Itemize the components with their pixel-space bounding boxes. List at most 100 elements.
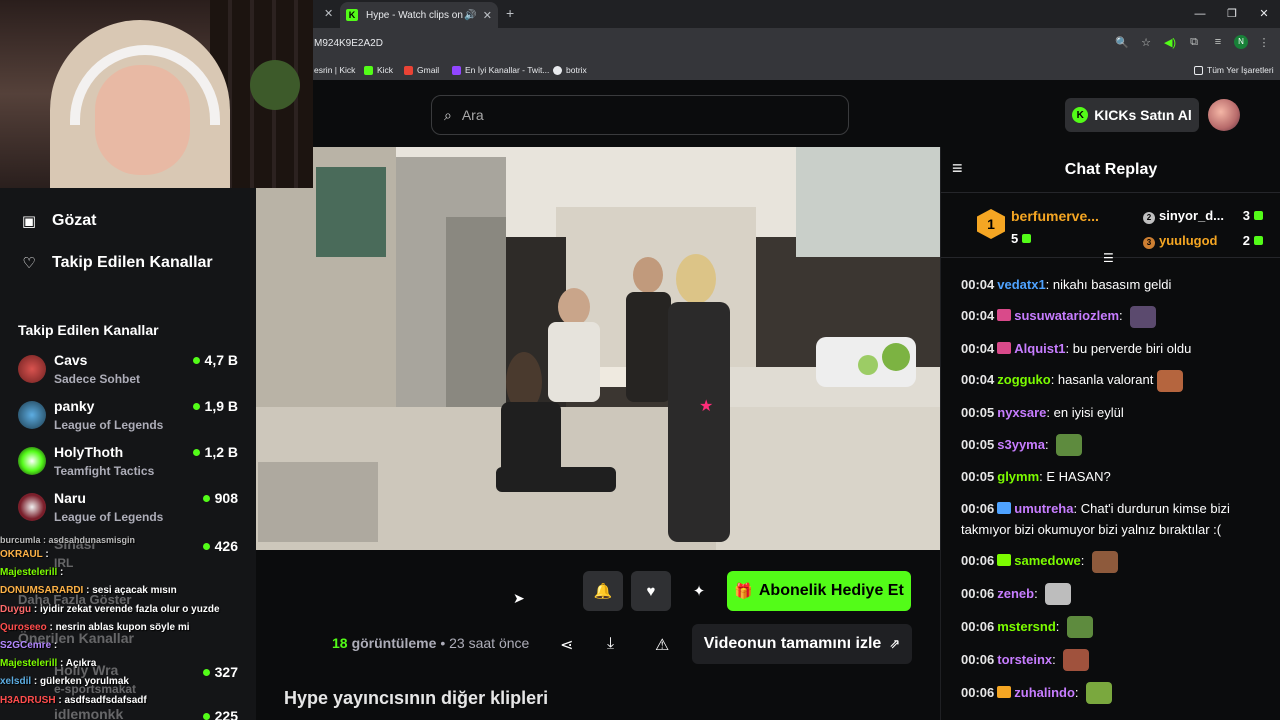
notify-bell-button[interactable]: 🔔 xyxy=(583,571,623,611)
overlay-chat-text: : sesi açacak mısın xyxy=(86,585,177,597)
nav-following[interactable]: ♡ Takip Edilen Kanallar xyxy=(18,254,212,272)
leader-name[interactable]: berfumerve... xyxy=(1011,208,1099,224)
like-button[interactable]: ♥ xyxy=(631,571,671,611)
new-tab-icon[interactable]: + xyxy=(506,5,514,21)
kick-favicon-icon: K xyxy=(346,9,358,21)
star-icon[interactable]: ☆ xyxy=(1138,36,1154,49)
overlay-chat-user: Majestelerill xyxy=(0,658,58,670)
channel-item-naru[interactable]: Naru League of Legends 908 xyxy=(18,490,240,530)
gift-subscription-button[interactable]: 🎁 Abonelik Hediye Et xyxy=(727,571,911,611)
url-text[interactable]: M924K9E2A2D xyxy=(314,38,383,49)
streamer-webcam xyxy=(0,0,313,188)
message-username[interactable]: vedatx1 xyxy=(997,277,1045,292)
message-username[interactable]: Alquist1 xyxy=(1014,341,1065,356)
overlay-chat-line: OKRAUL : xyxy=(0,546,256,564)
emote-icon xyxy=(1063,649,1090,672)
close-tab-icon[interactable]: ✕ xyxy=(324,7,333,20)
message-timestamp: 00:06 xyxy=(961,618,995,634)
message-username[interactable]: zuhalindo xyxy=(1014,685,1075,700)
message-username[interactable]: torsteinx xyxy=(997,652,1052,667)
leader-name[interactable]: 3 yuulugod xyxy=(1143,233,1218,249)
viewer-count-text: 4,7 B xyxy=(204,352,238,368)
emote-icon xyxy=(1086,682,1113,705)
extensions-icon[interactable]: ⧉ xyxy=(1186,36,1202,49)
message-text: en iyisi eylül xyxy=(1053,405,1124,421)
message-username[interactable]: susuwatariozlem xyxy=(1014,308,1119,323)
menu-kebab-icon[interactable]: ⋮ xyxy=(1256,36,1272,49)
viewer-count: 4,7 B xyxy=(192,352,238,368)
message-text: hasanla valorant xyxy=(1057,372,1154,388)
followed-channels-title: Takip Edilen Kanallar xyxy=(18,322,159,338)
search-bar[interactable]: ⌕ Ara xyxy=(431,95,849,135)
user-badge-icon xyxy=(997,501,1012,514)
message-separator: : xyxy=(1074,684,1083,700)
channel-item-holythoth[interactable]: HolyThoth Teamfight Tactics 1,2 B xyxy=(18,444,240,484)
message-separator: : xyxy=(1034,585,1042,601)
message-username[interactable]: zeneb xyxy=(997,586,1034,601)
message-username[interactable]: nyxsare xyxy=(997,405,1046,420)
report-icon[interactable]: ⚠ xyxy=(655,635,669,655)
kicks-coin-icon: K xyxy=(1072,107,1089,123)
leader-count: 2 xyxy=(1243,233,1263,248)
close-window-icon[interactable]: ✕ xyxy=(1248,0,1280,28)
chat-message: 00:06 umutreha: Chat'i durdurun kimse biz… xyxy=(961,498,1266,540)
chat-message: 00:05 nyxsare: en iyisi eylül xyxy=(961,402,1266,423)
bell-icon: 🔔 xyxy=(593,583,613,600)
chat-title: Chat Replay xyxy=(1064,161,1158,178)
bookmark-item[interactable]: Kick xyxy=(364,65,393,75)
media-icon[interactable]: ≡ xyxy=(1210,36,1226,48)
bookmark-item[interactable]: esrin | Kick xyxy=(314,65,355,75)
expand-leaderboard-icon[interactable]: ☰ xyxy=(1103,251,1114,265)
bookmark-label: Tüm Yer İşaretleri xyxy=(1207,65,1274,75)
speaker-icon[interactable]: 🔊 xyxy=(464,10,476,21)
browser-tab-active[interactable]: K Hype - Watch clips on Kick 🔊 ✕ xyxy=(340,2,498,28)
message-separator: : xyxy=(1065,341,1073,357)
bookmark-label: Gmail xyxy=(417,65,440,75)
all-bookmarks[interactable]: Tüm Yer İşaretleri xyxy=(1194,65,1274,75)
gift-leaderboard: 1 berfumerve... 5 2 sinyor_d... 3 3 yuulug… xyxy=(941,193,1280,265)
chat-message: 00:06 mstersnd: xyxy=(961,616,1266,639)
overlay-chat-text: : xyxy=(53,639,58,651)
message-timestamp: 00:06 xyxy=(961,651,995,667)
leader-count-value: 2 xyxy=(1242,233,1250,248)
profile-avatar[interactable]: N xyxy=(1234,35,1248,49)
leader-name[interactable]: 2 sinyor_d... xyxy=(1143,208,1224,224)
bookmark-item[interactable]: Gmail xyxy=(404,65,439,75)
channel-item-panky[interactable]: panky League of Legends 1,9 B xyxy=(18,398,240,438)
video-player[interactable]: ★ xyxy=(256,147,940,550)
message-separator: : xyxy=(1119,308,1127,324)
chat-message: 00:04 Alquist1: bu perverde biri oldu xyxy=(961,338,1266,359)
restore-icon[interactable]: ❐ xyxy=(1216,0,1248,28)
zoom-icon[interactable]: 🔍 xyxy=(1114,36,1130,49)
message-username[interactable]: samedowe xyxy=(1014,553,1080,568)
channel-name: Naru xyxy=(54,490,86,506)
message-username[interactable]: s3yyma xyxy=(997,437,1045,452)
download-icon[interactable]: ⤓ xyxy=(607,635,614,653)
speaker-icon[interactable]: ◀) xyxy=(1162,36,1178,49)
overlay-chat-user: xelsdil xyxy=(0,676,32,688)
bookmark-item[interactable]: botrix xyxy=(553,65,587,75)
more-clips-title: Hype yayıncısının diğer klipleri xyxy=(284,688,549,708)
message-username[interactable]: zogguko xyxy=(997,372,1050,387)
bookmark-item[interactable]: En İyi Kanallar - Twit... xyxy=(452,65,549,75)
overlay-chat-line: Majestelerill : xyxy=(0,564,256,582)
buy-kicks-button[interactable]: K KICKs Satın Al xyxy=(1065,98,1199,132)
watch-full-video-button[interactable]: Videonun tamamını izle ⇗ xyxy=(692,624,912,664)
close-tab-icon[interactable]: ✕ xyxy=(483,9,492,22)
chat-message: 00:06 zuhalindo: xyxy=(961,682,1266,705)
minimize-icon[interactable]: — xyxy=(1184,0,1216,28)
message-timestamp: 00:05 xyxy=(961,469,995,485)
sparkle-button[interactable]: ✦ xyxy=(679,571,719,611)
message-username[interactable]: glymm xyxy=(997,469,1039,484)
message-username[interactable]: umutreha xyxy=(1014,501,1073,516)
viewer-count-text: 908 xyxy=(214,490,238,506)
search-placeholder: Ara xyxy=(461,107,484,123)
message-username[interactable]: mstersnd xyxy=(997,619,1056,634)
user-avatar[interactable] xyxy=(1208,99,1240,131)
nav-browse[interactable]: ▣ Gözat xyxy=(18,212,97,230)
gmail-icon xyxy=(404,65,413,75)
message-timestamp: 00:06 xyxy=(961,585,995,601)
channel-item-cavs[interactable]: Cavs Sadece Sohbet 4,7 B xyxy=(18,352,240,392)
share-icon[interactable]: ⋖ xyxy=(560,635,573,655)
channel-name: Cavs xyxy=(54,352,88,368)
